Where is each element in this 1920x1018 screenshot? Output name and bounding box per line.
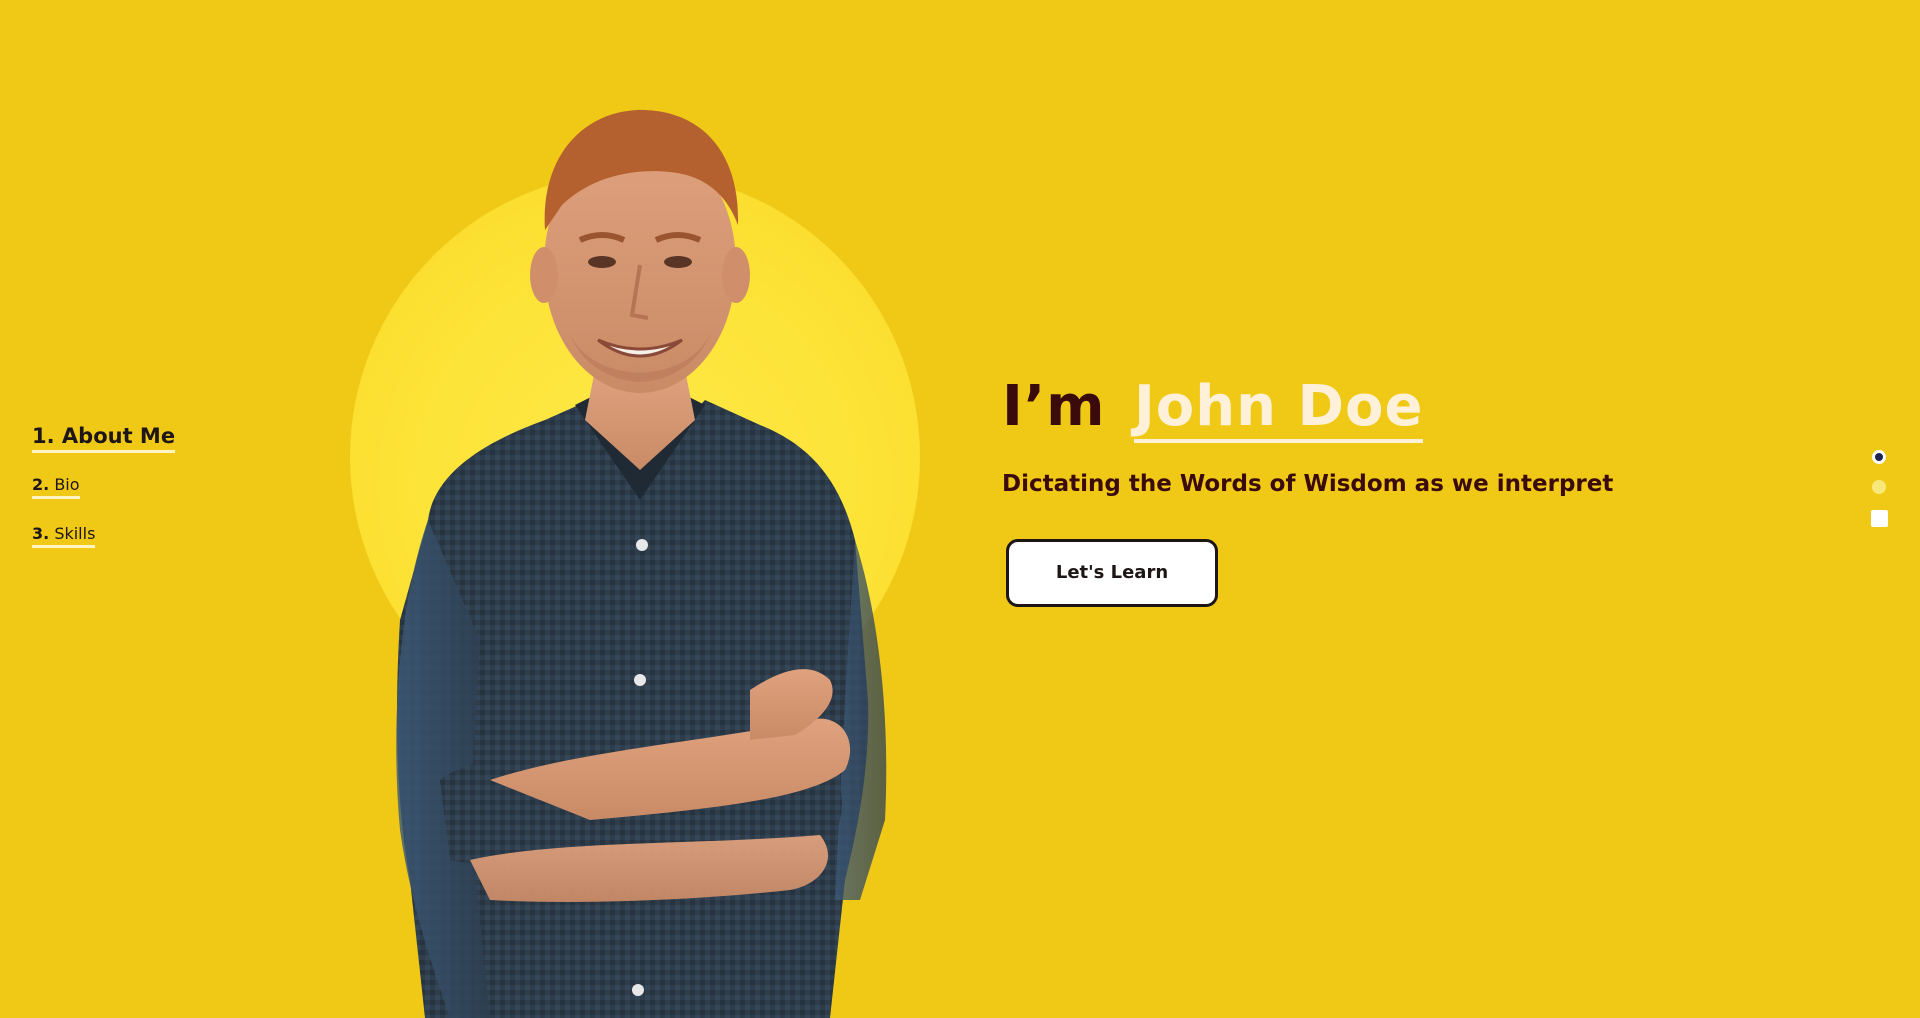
lets-learn-button[interactable]: Let's Learn bbox=[1006, 538, 1218, 607]
hero-tagline: Dictating the Words of Wisdom as we inte… bbox=[1002, 470, 1614, 497]
section-pager bbox=[1868, 450, 1890, 543]
hero-section: I’m John Doe Dictating the Words of Wisd… bbox=[1002, 377, 1722, 607]
hero-greeting: I’m bbox=[1002, 374, 1106, 439]
nav-item-number: 3. bbox=[32, 524, 50, 543]
side-navigation: 1. About Me 2. Bio 3. Skills bbox=[32, 424, 292, 573]
pager-dot-3[interactable] bbox=[1870, 510, 1888, 527]
nav-item-label: About Me bbox=[61, 424, 176, 448]
nav-item-skills[interactable]: 3. Skills bbox=[32, 524, 96, 548]
hero-title: I’m John Doe bbox=[1002, 377, 1722, 443]
nav-item-number: 2. bbox=[32, 475, 50, 494]
hero-name: John Doe bbox=[1133, 377, 1424, 443]
nav-item-about-me[interactable]: 1. About Me bbox=[32, 424, 176, 453]
pager-dot-1[interactable] bbox=[1872, 450, 1886, 464]
portrait bbox=[340, 0, 960, 1018]
person-photo bbox=[396, 109, 887, 1018]
nav-item-label: Skills bbox=[54, 524, 96, 543]
nav-item-label: Bio bbox=[54, 475, 80, 494]
nav-item-number: 1. bbox=[32, 424, 55, 448]
nav-item-bio[interactable]: 2. Bio bbox=[32, 475, 80, 499]
pager-dot-2[interactable] bbox=[1872, 480, 1886, 494]
